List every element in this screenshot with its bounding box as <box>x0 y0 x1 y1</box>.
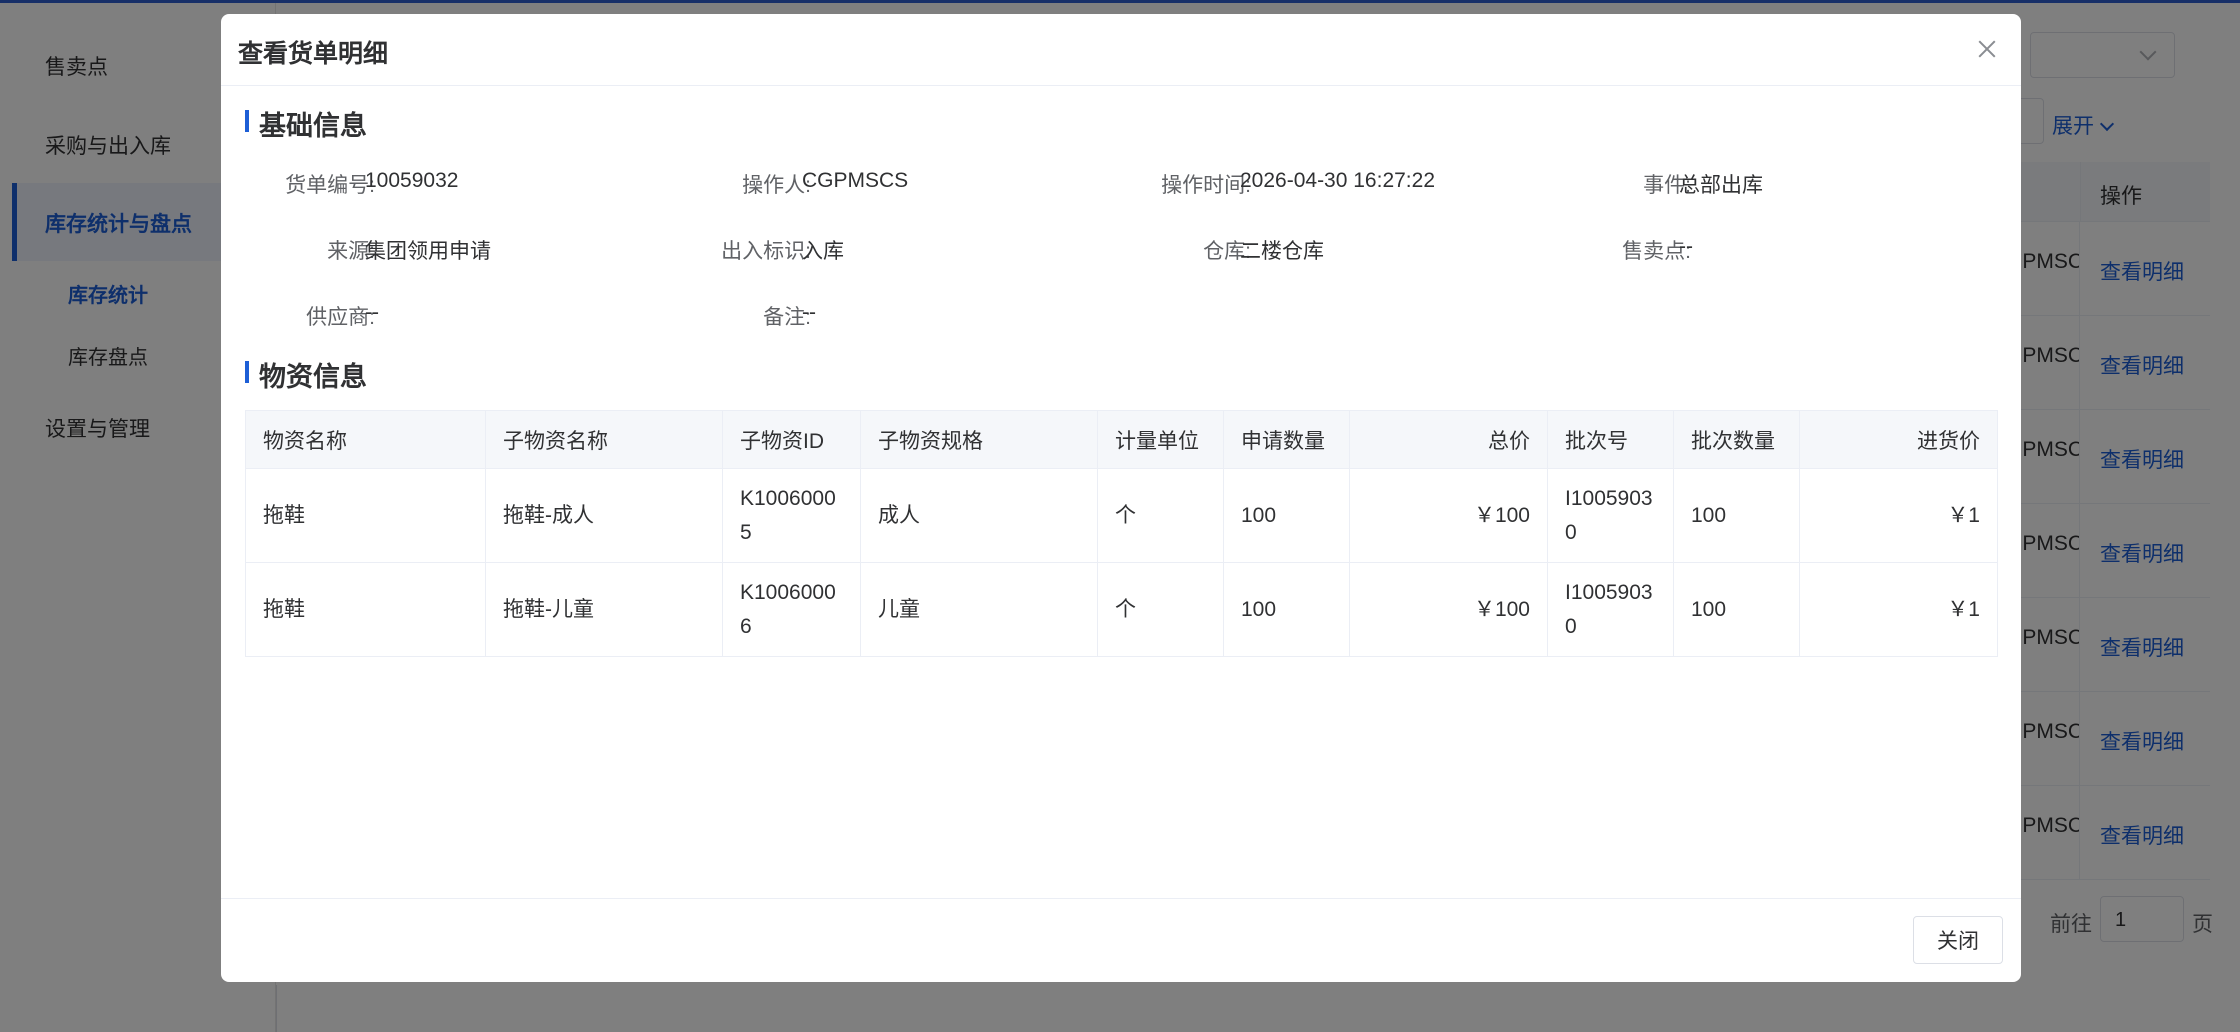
order-detail-dialog: 查看货单明细 基础信息 货单编号: 10059032 操作人: CGPMSCS … <box>221 14 2021 982</box>
cell-sub-material-id: K10060005 <box>722 468 861 563</box>
cell-batch-qty: 100 <box>1673 562 1800 657</box>
op-time-value: 2026-04-30 16:27:22 <box>1240 169 1435 192</box>
header-total-price: 总价 <box>1349 410 1548 469</box>
cell-purchase-price: ￥1 <box>1799 468 1998 563</box>
dialog-header: 查看货单明细 <box>221 14 2021 86</box>
dialog-title: 查看货单明细 <box>238 40 389 68</box>
io-flag-value: 入库 <box>802 240 844 263</box>
cell-unit: 个 <box>1097 562 1224 657</box>
remark-label: 备注: <box>763 306 811 329</box>
header-batch-no: 批次号 <box>1547 410 1674 469</box>
header-batch-qty: 批次数量 <box>1673 410 1800 469</box>
cell-sub-material-spec: 成人 <box>860 468 1098 563</box>
header-unit: 计量单位 <box>1097 410 1224 469</box>
header-material-name: 物资名称 <box>245 410 486 469</box>
sale-point-value: -- <box>1679 235 1693 258</box>
dialog-footer: 关闭 <box>221 898 2021 982</box>
operator-value: CGPMSCS <box>802 169 909 192</box>
io-flag-label: 出入标识: <box>721 240 811 263</box>
header-sub-material-name: 子物资名称 <box>485 410 723 469</box>
cell-sub-material-spec: 儿童 <box>860 562 1098 657</box>
cell-batch-no: I10059030 <box>1547 562 1674 657</box>
event-value: 总部出库 <box>1679 174 1763 197</box>
cell-batch-no: I10059030 <box>1547 468 1674 563</box>
sale-point-label: 售卖点: <box>1622 240 1691 263</box>
table-row: 拖鞋 拖鞋-儿童 K10060006 儿童 个 100 ￥100 I100590… <box>245 562 1998 657</box>
warehouse-value: 二楼仓库 <box>1240 240 1324 263</box>
header-sub-material-spec: 子物资规格 <box>860 410 1098 469</box>
order-no-label: 货单编号: <box>285 174 375 197</box>
materials-table: 物资名称 子物资名称 子物资ID 子物资规格 计量单位 申请数量 总价 批次号 … <box>245 410 1998 657</box>
cell-total-price: ￥100 <box>1349 468 1548 563</box>
cell-batch-qty: 100 <box>1673 468 1800 563</box>
cell-requested-qty: 100 <box>1223 562 1350 657</box>
cell-sub-material-name: 拖鞋-成人 <box>485 468 723 563</box>
supplier-label: 供应商: <box>306 306 375 329</box>
op-time-label: 操作时间: <box>1161 174 1251 197</box>
source-value: 集团领用申请 <box>365 240 491 263</box>
supplier-value: -- <box>365 301 379 324</box>
table-row: 拖鞋 拖鞋-成人 K10060005 成人 个 100 ￥100 I100590… <box>245 468 1998 563</box>
cell-sub-material-id: K10060006 <box>722 562 861 657</box>
cell-unit: 个 <box>1097 468 1224 563</box>
order-no-value: 10059032 <box>365 169 459 192</box>
cell-total-price: ￥100 <box>1349 562 1548 657</box>
cell-sub-material-name: 拖鞋-儿童 <box>485 562 723 657</box>
operator-label: 操作人: <box>742 174 811 197</box>
section-basic-info: 基础信息 <box>245 104 367 143</box>
section-materials-info: 物资信息 <box>245 355 367 394</box>
header-sub-material-id: 子物资ID <box>722 410 861 469</box>
cell-material-name: 拖鞋 <box>245 562 486 657</box>
close-icon[interactable] <box>1973 36 2001 64</box>
header-requested-qty: 申请数量 <box>1223 410 1350 469</box>
cell-purchase-price: ￥1 <box>1799 562 1998 657</box>
remark-value: -- <box>802 301 816 324</box>
close-button[interactable]: 关闭 <box>1913 916 2003 964</box>
event-label: 事件: <box>1643 174 1691 197</box>
source-label: 来源: <box>327 240 375 263</box>
header-purchase-price: 进货价 <box>1799 410 1998 469</box>
cell-material-name: 拖鞋 <box>245 468 486 563</box>
warehouse-label: 仓库: <box>1203 240 1251 263</box>
cell-requested-qty: 100 <box>1223 468 1350 563</box>
materials-table-header: 物资名称 子物资名称 子物资ID 子物资规格 计量单位 申请数量 总价 批次号 … <box>245 410 1998 469</box>
